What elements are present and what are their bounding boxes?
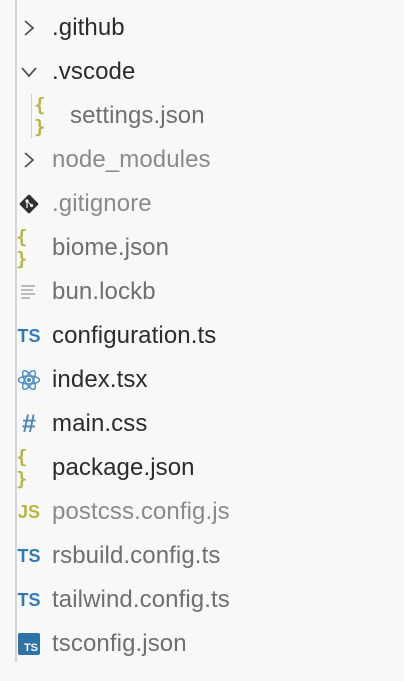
tree-item-settings-json[interactable]: { } settings.json bbox=[34, 94, 404, 138]
tree-item-postcss-config-js[interactable]: JS postcss.config.js bbox=[16, 490, 404, 534]
tree-item-index-tsx[interactable]: index.tsx bbox=[16, 358, 404, 402]
tree-item-vscode-folder[interactable]: .vscode bbox=[16, 50, 404, 94]
tree-item-label: postcss.config.js bbox=[52, 498, 230, 525]
tree-item-label: tsconfig.json bbox=[52, 630, 187, 657]
css-icon: # bbox=[22, 409, 36, 438]
git-icon bbox=[16, 191, 42, 217]
tree-item-package-json[interactable]: { } package.json bbox=[16, 446, 404, 490]
tree-item-configuration-ts[interactable]: TS configuration.ts bbox=[16, 314, 404, 358]
tree-item-label: biome.json bbox=[52, 234, 170, 261]
typescript-icon: TS bbox=[17, 325, 41, 346]
text-file-icon bbox=[16, 279, 42, 305]
tree-item-bun-lockb[interactable]: bun.lockb bbox=[16, 270, 404, 314]
tree-item-label: configuration.ts bbox=[52, 322, 217, 349]
json-icon: { } bbox=[16, 446, 29, 490]
tree-item-label: .github bbox=[52, 14, 125, 41]
tree-item-main-css[interactable]: # main.css bbox=[16, 402, 404, 446]
react-icon bbox=[16, 367, 42, 393]
tree-item-label: package.json bbox=[52, 454, 195, 481]
nested-indent-guide bbox=[31, 94, 32, 138]
typescript-icon: TS bbox=[17, 589, 41, 610]
tree-item-node-modules-folder[interactable]: node_modules bbox=[16, 138, 404, 182]
chevron-right-icon bbox=[16, 147, 42, 173]
chevron-down-icon bbox=[16, 59, 42, 85]
tree-item-rsbuild-config-ts[interactable]: TS rsbuild.config.ts bbox=[16, 534, 404, 578]
tree-item-github-folder[interactable]: .github bbox=[16, 6, 404, 50]
tree-item-label: rsbuild.config.ts bbox=[52, 542, 221, 569]
tsconfig-icon: TS bbox=[16, 631, 42, 657]
tree-item-label: tailwind.config.ts bbox=[52, 586, 230, 613]
json-icon: { } bbox=[16, 226, 29, 270]
tree-item-gitignore[interactable]: .gitignore bbox=[16, 182, 404, 226]
tree-item-label: bun.lockb bbox=[52, 278, 156, 305]
tree-item-label: index.tsx bbox=[52, 366, 148, 393]
javascript-icon: JS bbox=[17, 501, 41, 522]
tree-item-tsconfig-json[interactable]: TS tsconfig.json bbox=[16, 622, 404, 666]
json-icon: { } bbox=[34, 94, 47, 138]
chevron-right-icon bbox=[16, 15, 42, 41]
tree-item-biome-json[interactable]: { } biome.json bbox=[16, 226, 404, 270]
tree-item-label: .gitignore bbox=[52, 190, 152, 217]
tree-item-tailwind-config-ts[interactable]: TS tailwind.config.ts bbox=[16, 578, 404, 622]
tree-item-label: node_modules bbox=[52, 146, 211, 173]
file-explorer: .github .vscode { } settings.json node_m… bbox=[0, 0, 404, 681]
tree-item-label: settings.json bbox=[70, 102, 205, 129]
typescript-icon: TS bbox=[17, 545, 41, 566]
tree-item-label: main.css bbox=[52, 410, 148, 437]
tree-item-label: .vscode bbox=[52, 58, 136, 85]
